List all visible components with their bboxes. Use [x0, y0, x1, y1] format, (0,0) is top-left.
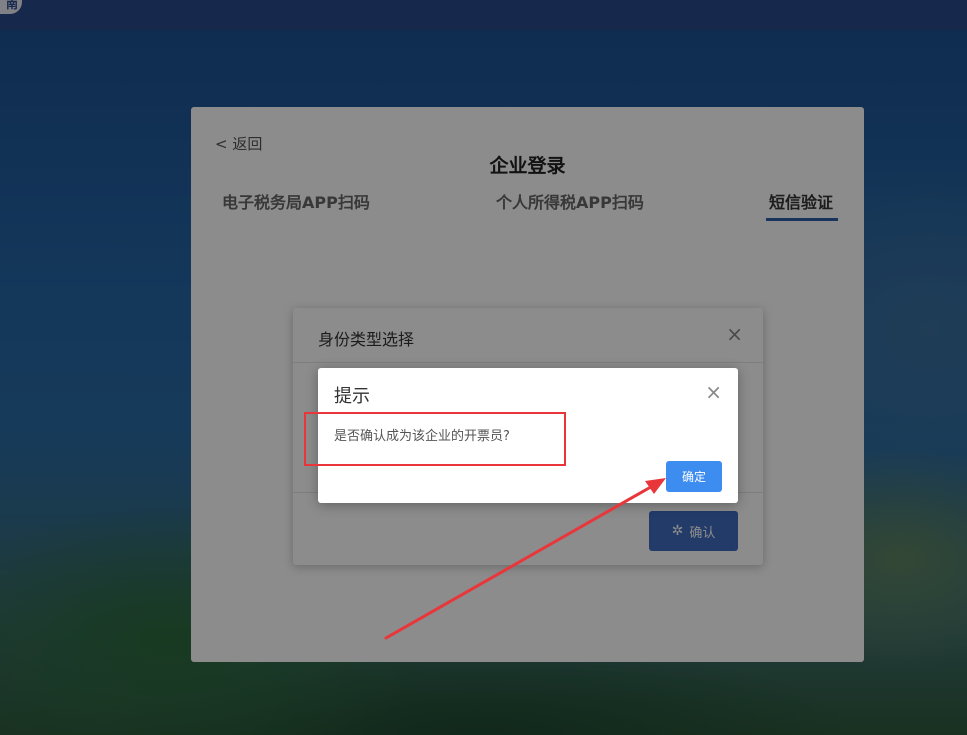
- ok-button[interactable]: 确定: [666, 461, 722, 492]
- prompt-dialog-title: 提示: [334, 386, 370, 407]
- close-icon[interactable]: ×: [705, 382, 722, 402]
- highlight-annotation: [304, 412, 566, 466]
